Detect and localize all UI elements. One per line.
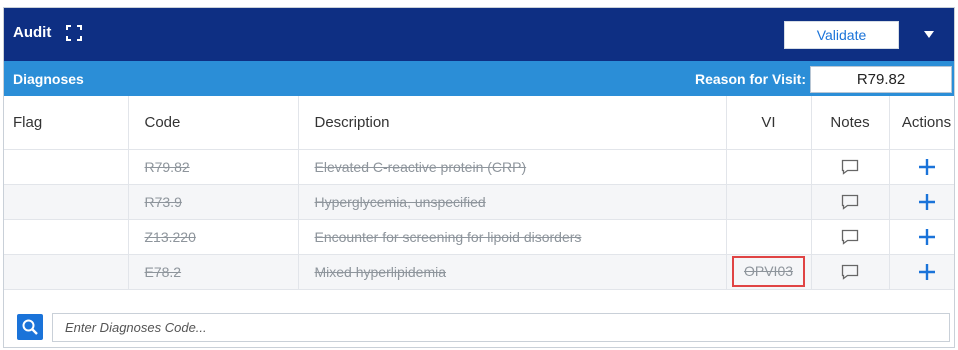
column-header-description[interactable]: Description: [298, 96, 727, 150]
column-header-notes[interactable]: Notes: [811, 96, 890, 150]
plus-icon[interactable]: [918, 193, 936, 211]
table-row[interactable]: R79.82 Elevated C-reactive protein (CRP): [4, 149, 954, 185]
vi-cell: [726, 184, 812, 220]
vi-cell: [726, 219, 812, 255]
expand-icon[interactable]: [66, 25, 82, 41]
code-cell: R73.9: [128, 184, 299, 220]
actions-cell: [889, 149, 954, 185]
notes-cell: [811, 254, 890, 290]
comment-icon[interactable]: [841, 264, 859, 280]
table-row[interactable]: Z13.220 Encounter for screening for lipo…: [4, 219, 954, 255]
diagnoses-label: Diagnoses: [13, 71, 84, 87]
diagnoses-bar: Diagnoses Reason for Visit: R79.82: [4, 61, 954, 96]
flag-cell: [4, 149, 129, 185]
actions-cell: [889, 219, 954, 255]
description-cell: Mixed hyperlipidemia: [298, 254, 727, 290]
flag-cell: [4, 184, 129, 220]
notes-cell: [811, 184, 890, 220]
comment-icon[interactable]: [841, 194, 859, 210]
diagnoses-search-row: Enter Diagnoses Code...: [4, 309, 954, 347]
column-header-code[interactable]: Code: [128, 96, 299, 150]
notes-cell: [811, 219, 890, 255]
vi-code-highlight[interactable]: OPVI03: [731, 256, 806, 287]
description-cell: Elevated C-reactive protein (CRP): [298, 149, 727, 185]
description-cell: Encounter for screening for lipoid disor…: [298, 219, 727, 255]
caret-down-icon[interactable]: [924, 31, 934, 38]
table-header-row: Flag Code Description VI Notes Actions: [4, 96, 954, 150]
audit-header: Audit Validate: [4, 8, 954, 61]
audit-panel: Audit Validate Diagnoses Reason for Visi…: [3, 7, 955, 348]
column-header-flag[interactable]: Flag: [4, 96, 129, 150]
description-cell: Hyperglycemia, unspecified: [298, 184, 727, 220]
table-row[interactable]: E78.2 Mixed hyperlipidemia OPVI03: [4, 254, 954, 290]
table-row[interactable]: R73.9 Hyperglycemia, unspecified: [4, 184, 954, 220]
reason-for-visit-label: Reason for Visit:: [695, 71, 806, 87]
audit-title: Audit: [13, 24, 52, 41]
reason-for-visit-field[interactable]: R79.82: [810, 66, 952, 93]
notes-cell: [811, 149, 890, 185]
plus-icon[interactable]: [918, 228, 936, 246]
column-header-actions: Actions: [889, 96, 954, 150]
diagnoses-table: Flag Code Description VI Notes Actions R…: [4, 96, 954, 290]
actions-cell: [889, 254, 954, 290]
comment-icon[interactable]: [841, 159, 859, 175]
actions-cell: [889, 184, 954, 220]
comment-icon[interactable]: [841, 229, 859, 245]
code-cell: E78.2: [128, 254, 299, 290]
code-cell: R79.82: [128, 149, 299, 185]
validate-button[interactable]: Validate: [784, 21, 899, 49]
diagnoses-code-input[interactable]: Enter Diagnoses Code...: [52, 313, 950, 342]
search-icon: [22, 319, 38, 335]
code-cell: Z13.220: [128, 219, 299, 255]
search-button[interactable]: [17, 314, 43, 340]
column-header-vi[interactable]: VI: [726, 96, 812, 150]
plus-icon[interactable]: [918, 158, 936, 176]
flag-cell: [4, 219, 129, 255]
flag-cell: [4, 254, 129, 290]
vi-cell: OPVI03: [726, 254, 812, 290]
vi-cell: [726, 149, 812, 185]
plus-icon[interactable]: [918, 263, 936, 281]
